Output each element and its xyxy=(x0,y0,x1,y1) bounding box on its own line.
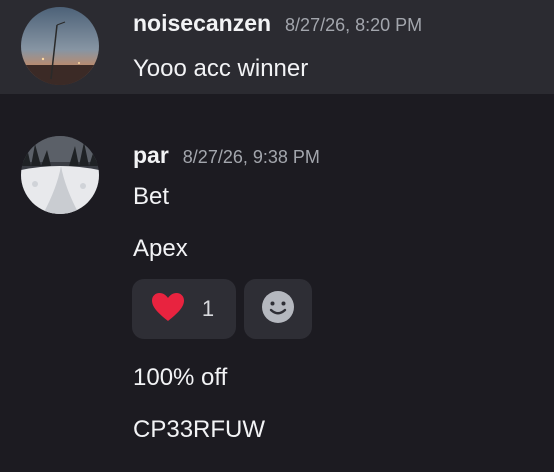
message-text: 100% off xyxy=(133,364,228,391)
message-header: par 8/27/26, 9:38 PM xyxy=(133,142,320,169)
reaction-count: 1 xyxy=(201,296,215,321)
message-header: noisecanzen 8/27/26, 8:20 PM xyxy=(133,10,422,37)
message-text: Apex xyxy=(133,235,188,262)
message-text: CP33RFUW xyxy=(133,416,266,443)
message-noisecanzen[interactable]: noisecanzen 8/27/26, 8:20 PM Yooo acc win… xyxy=(0,0,554,94)
reactions-bar: 1 xyxy=(132,279,312,339)
heart-reaction-button[interactable]: 1 xyxy=(132,279,236,339)
message-text: Bet xyxy=(133,183,170,210)
username[interactable]: par xyxy=(133,142,169,168)
message-text: Yooo acc winner xyxy=(133,55,309,82)
timestamp: 8/27/26, 8:20 PM xyxy=(285,15,423,35)
message-par[interactable]: par 8/27/26, 9:38 PM Bet Apex 1 100% off… xyxy=(0,94,554,472)
smiley-add-reaction-icon xyxy=(261,290,295,329)
timestamp: 8/27/26, 9:38 PM xyxy=(182,147,320,167)
username[interactable]: noisecanzen xyxy=(133,10,271,36)
avatar[interactable] xyxy=(21,136,99,214)
heart-icon xyxy=(150,291,186,328)
add-reaction-button[interactable] xyxy=(244,279,312,339)
avatar[interactable] xyxy=(21,7,99,85)
